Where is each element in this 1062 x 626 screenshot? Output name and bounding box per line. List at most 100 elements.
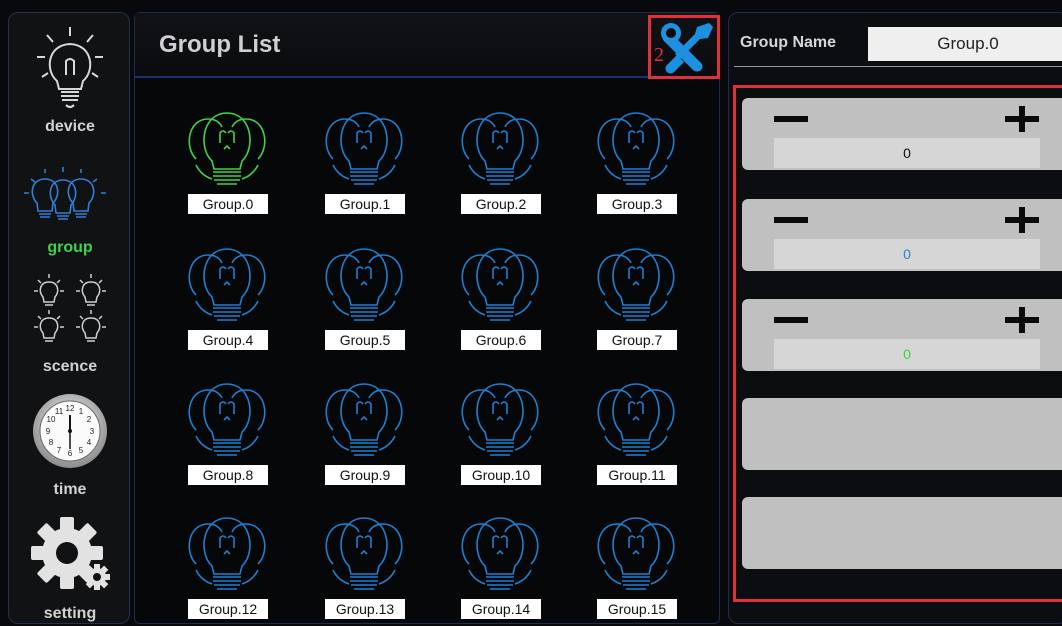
clock-numeral: 8 xyxy=(49,438,54,447)
sidebar: device group scence 12 1 2 3 4 5 6 7 8 9… xyxy=(8,12,130,624)
group-list-panel: Group List 2 Group.0 Group.1 Group.2 Group.… xyxy=(134,12,720,624)
group-label[interactable]: Group.6 xyxy=(461,330,541,350)
group-tile[interactable]: Group.2 xyxy=(432,103,562,221)
lightbulb-icon xyxy=(37,27,103,108)
sidebar-item-label: time xyxy=(53,481,87,498)
bulb-group-icon xyxy=(461,517,539,590)
bulb-grid-icon xyxy=(34,274,106,342)
level-control: 0 xyxy=(742,299,1062,371)
clock-numeral: 9 xyxy=(46,427,51,436)
sidebar-item-time[interactable]: 12 1 2 3 4 5 6 7 8 9 10 11 time xyxy=(9,389,131,507)
group-label[interactable]: Group.4 xyxy=(188,330,268,350)
group-label[interactable]: Group.1 xyxy=(325,194,405,214)
group-label[interactable]: Group.0 xyxy=(188,194,268,214)
sidebar-item-label: device xyxy=(45,118,95,135)
sidebar-item-label: group xyxy=(47,239,93,256)
group-name-field[interactable]: Group.0 xyxy=(868,27,1062,61)
bulb-group-icon xyxy=(325,383,403,456)
plus-button[interactable] xyxy=(1005,106,1039,132)
wrench-screwdriver-icon xyxy=(661,23,713,74)
group-label[interactable]: Group.13 xyxy=(325,599,405,619)
bulb-group-icon xyxy=(24,167,106,220)
clock-numeral: 1 xyxy=(79,407,84,416)
group-tile[interactable]: Group.12 xyxy=(159,508,289,626)
group-tile[interactable]: Group.10 xyxy=(432,374,562,492)
value-field[interactable]: 0 xyxy=(774,138,1040,168)
sidebar-item-device[interactable]: device xyxy=(9,13,131,143)
level-control: 0 xyxy=(742,98,1062,170)
bulb-group-icon xyxy=(461,112,539,185)
group-label[interactable]: Group.5 xyxy=(325,330,405,350)
clock-numeral: 12 xyxy=(66,404,75,413)
minus-button[interactable] xyxy=(774,217,808,223)
empty-slot xyxy=(742,398,1062,470)
sidebar-item-label: setting xyxy=(43,605,97,622)
group-label[interactable]: Group.12 xyxy=(188,599,268,619)
clock-icon: 12 1 2 3 4 5 6 7 8 9 10 11 xyxy=(33,394,107,468)
divider xyxy=(734,66,1062,67)
clock-numeral: 11 xyxy=(55,407,64,416)
group-tile[interactable]: Group.1 xyxy=(296,103,426,221)
level-control: 0 xyxy=(742,199,1062,271)
tools-button[interactable]: 2 xyxy=(648,15,720,79)
group-label[interactable]: Group.10 xyxy=(461,465,541,485)
plus-button[interactable] xyxy=(1005,207,1039,233)
clock-numeral: 4 xyxy=(87,438,92,447)
bulb-group-icon xyxy=(325,112,403,185)
bulb-group-icon xyxy=(188,248,266,321)
bulb-group-icon xyxy=(461,383,539,456)
group-tile[interactable]: Group.8 xyxy=(159,374,289,492)
sidebar-item-scence[interactable]: scence xyxy=(9,271,131,381)
group-tile[interactable]: Group.4 xyxy=(159,239,289,357)
sidebar-item-setting[interactable]: setting xyxy=(9,509,131,625)
group-tile[interactable]: Group.3 xyxy=(568,103,698,221)
group-tile[interactable]: Group.9 xyxy=(296,374,426,492)
bulb-group-icon xyxy=(597,112,675,185)
group-label[interactable]: Group.15 xyxy=(597,599,677,619)
panel-header: Group List 2 xyxy=(135,13,720,79)
group-tile[interactable]: Group.5 xyxy=(296,239,426,357)
group-name-label: Group Name xyxy=(740,34,837,51)
bulb-group-icon xyxy=(597,248,675,321)
group-tile[interactable]: Group.7 xyxy=(568,239,698,357)
clock-numeral: 5 xyxy=(79,446,84,455)
group-label[interactable]: Group.11 xyxy=(597,465,677,485)
sidebar-item-group[interactable]: group xyxy=(9,153,131,263)
group-tile[interactable]: Group.15 xyxy=(568,508,698,626)
controls-highlight: 1 0 0 0 xyxy=(733,85,1062,602)
group-detail-panel: Group Name Group.0 1 0 0 0 xyxy=(728,12,1062,624)
bulb-group-icon xyxy=(461,248,539,321)
minus-button[interactable] xyxy=(774,116,808,122)
plus-button[interactable] xyxy=(1005,307,1039,333)
value-field[interactable]: 0 xyxy=(774,339,1040,369)
page-title: Group List xyxy=(159,31,281,58)
bulb-group-icon xyxy=(188,383,266,456)
group-tile[interactable]: Group.11 xyxy=(568,374,698,492)
group-label[interactable]: Group.9 xyxy=(325,465,405,485)
clock-numeral: 2 xyxy=(87,415,92,424)
bulb-group-icon xyxy=(188,517,266,590)
group-label[interactable]: Group.3 xyxy=(597,194,677,214)
bulb-group-icon xyxy=(188,112,266,185)
clock-numeral: 7 xyxy=(57,446,62,455)
bulb-group-icon xyxy=(325,517,403,590)
value-field[interactable]: 0 xyxy=(774,239,1040,269)
clock-numeral: 6 xyxy=(68,449,73,458)
sidebar-item-label: scence xyxy=(42,358,98,375)
group-label[interactable]: Group.8 xyxy=(188,465,268,485)
bulb-group-icon xyxy=(597,383,675,456)
bulb-group-icon xyxy=(597,517,675,590)
group-tile[interactable]: Group.14 xyxy=(432,508,562,626)
gear-icon xyxy=(31,517,110,590)
group-label[interactable]: Group.14 xyxy=(461,599,541,619)
group-tile[interactable]: Group.6 xyxy=(432,239,562,357)
group-tile[interactable]: Group.13 xyxy=(296,508,426,626)
bulb-group-icon xyxy=(325,248,403,321)
group-label[interactable]: Group.2 xyxy=(461,194,541,214)
clock-numeral: 10 xyxy=(47,415,56,424)
empty-slot xyxy=(742,497,1062,569)
clock-numeral: 3 xyxy=(90,427,95,436)
group-tile[interactable]: Group.0 xyxy=(159,103,289,221)
minus-button[interactable] xyxy=(774,317,808,323)
group-label[interactable]: Group.7 xyxy=(597,330,677,350)
